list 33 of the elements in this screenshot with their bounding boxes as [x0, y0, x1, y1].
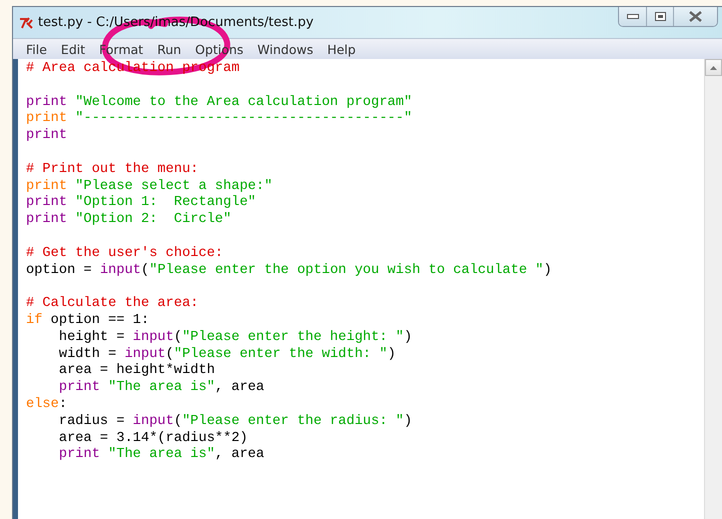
menu-item[interactable]: Windows: [250, 42, 320, 56]
code-line: print "Option 2: Circle": [26, 212, 232, 229]
minimize-button[interactable]: [619, 7, 646, 26]
code-line: radius = input("Please enter the radius: "): [58, 414, 414, 431]
maximize-button[interactable]: [646, 7, 673, 26]
close-button[interactable]: [673, 7, 717, 26]
code-line: area = 3.14*(radius**2): [58, 430, 249, 447]
code-line: print "The area is", area: [58, 447, 266, 464]
code-line: option = input("Please enter the option you wish to calculate "): [26, 262, 553, 280]
code-line: if option == 1:: [26, 312, 150, 330]
code-line: # Get the user's choice:: [26, 246, 224, 263]
maximize-icon: [654, 12, 666, 22]
feather-logo-icon: [19, 16, 33, 28]
close-icon: [689, 11, 702, 22]
code-line: else:: [26, 396, 68, 414]
scroll-up-button[interactable]: [705, 59, 722, 76]
code-line: height = input("Please enter the height: "): [58, 330, 414, 347]
up-arrow-icon: [710, 66, 717, 70]
code-line: # Calculate the area:: [26, 296, 200, 313]
menu-item[interactable]: Run: [150, 42, 188, 56]
code-line: # Print out the menu:: [26, 162, 200, 179]
code-line: print "Please select a shape:": [26, 178, 274, 195]
code-line: print "---------------------------------------": [26, 111, 414, 128]
menu-item[interactable]: Edit: [54, 42, 92, 56]
minimize-icon: [626, 14, 638, 20]
code-line: print "Option 1: Rectangle": [26, 195, 257, 212]
menu-item[interactable]: File: [19, 42, 54, 56]
code-line: print "The area is", area: [58, 380, 266, 397]
code-line: print "Welcome to the Area calculation program": [26, 94, 414, 111]
code-line: print: [26, 128, 68, 145]
menu-item[interactable]: Help: [320, 42, 363, 56]
code-line: width = input("Please enter the width: "): [58, 346, 397, 363]
code-line: area = height*width: [58, 363, 216, 380]
